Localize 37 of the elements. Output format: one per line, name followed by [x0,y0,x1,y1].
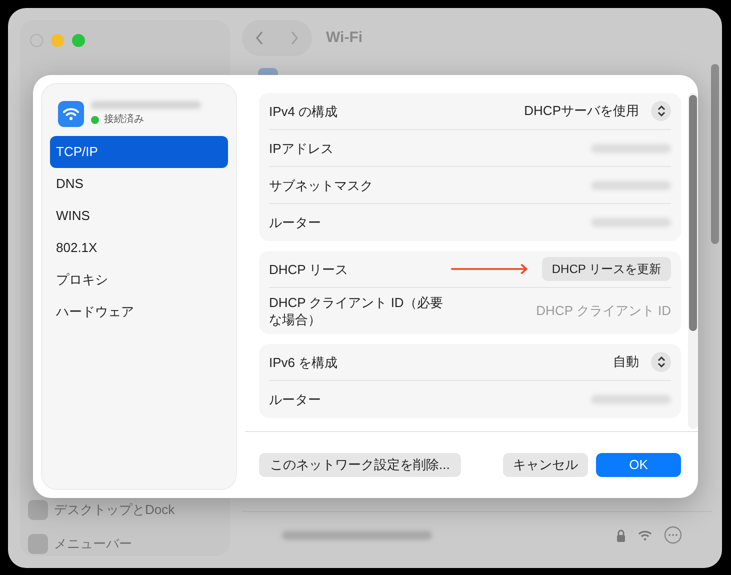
row-label: サブネットマスク [269,176,374,194]
sidebar-tab[interactable]: ハードウェア [50,296,228,328]
row-label: ルーター [269,214,322,231]
sidebar-tab[interactable]: プロキシ [50,264,228,296]
row-label: IPv6 を構成 [269,354,339,370]
lock-icon [616,528,626,542]
minimize-button[interactable] [51,34,64,47]
popup-stepper-icon[interactable] [651,101,671,121]
row-label: DHCP クライアント ID（必要な場合） [269,294,444,328]
ok-button[interactable]: OK [596,453,681,477]
sidebar-icon [28,534,48,554]
cancel-button[interactable]: キャンセル [503,453,588,477]
client-id-field[interactable]: DHCP クライアント ID [521,301,671,321]
wifi-icon [58,101,84,127]
more-icon[interactable] [664,526,682,544]
sidebar-tab[interactable]: WINS [50,200,228,232]
row-label: IPアドレス [269,140,334,156]
delete-network-button[interactable]: このネットワーク設定を削除... [259,453,461,477]
sidebar-tab[interactable]: DNS [50,168,228,200]
popup-stepper-icon[interactable] [651,352,671,372]
wifi-icon [638,530,652,540]
connection-status: 接続済み [104,112,144,127]
row-label: ルーター [269,391,322,408]
scrollbar-thumb[interactable] [689,95,697,331]
sidebar-tab[interactable]: TCP/IP [50,136,228,168]
back-icon[interactable] [255,31,264,45]
popup-value[interactable]: 自動 [613,352,639,372]
renew-lease-button[interactable]: DHCP リースを更新 [542,257,671,281]
row-label: IPv4 の構成 [269,102,339,120]
nav-buttons[interactable] [242,20,312,56]
sidebar-tab[interactable]: 802.1X [50,232,228,264]
row-label: DHCP リース [269,260,350,278]
popup-value[interactable]: DHCPサーバを使用 [524,101,639,121]
zoom-button[interactable] [72,34,85,47]
sidebar-icon [28,500,48,520]
window-title: Wi-Fi [326,28,363,48]
forward-icon[interactable] [290,31,299,45]
